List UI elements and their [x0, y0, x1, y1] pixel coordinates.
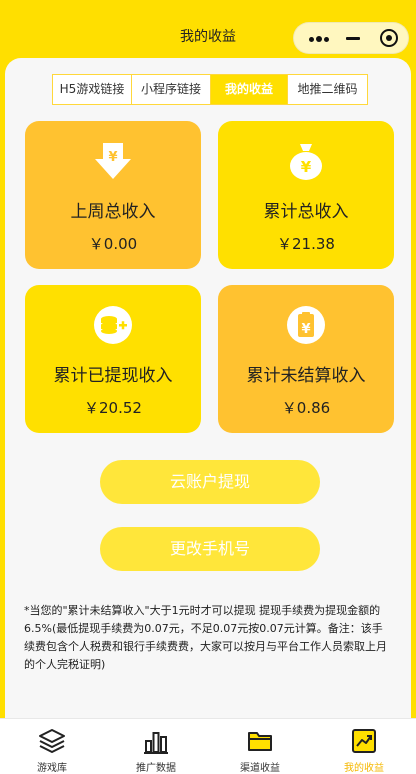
card-total-income: ¥ 累计总收入 ￥21.38	[218, 121, 394, 269]
svg-text:¥: ¥	[108, 150, 117, 165]
tabbar-item-game-library[interactable]: 游戏库	[0, 719, 104, 774]
card-label: 累计未结算收入	[246, 366, 366, 386]
card-label: 累计已提现收入	[53, 366, 173, 386]
card-unsettled-income: ¥ 累计未结算收入 ￥0.86	[218, 285, 394, 433]
card-amount: ￥20.52	[84, 399, 142, 417]
card-label: 累计总收入	[263, 202, 349, 222]
svg-text:¥: ¥	[301, 158, 312, 176]
tab-mini-program-link[interactable]: 小程序链接	[132, 75, 211, 104]
yen-clipboard-icon: ¥	[286, 305, 326, 345]
tabbar-label: 我的收益	[344, 763, 384, 774]
minimize-icon[interactable]	[338, 23, 368, 53]
cloud-account-withdraw-button[interactable]: 云账户提现	[100, 460, 320, 504]
card-amount: ￥0.00	[88, 235, 138, 253]
trend-chart-icon	[350, 727, 378, 755]
layers-icon	[38, 727, 66, 755]
tab-ground-qr-code[interactable]: 地推二维码	[288, 75, 367, 104]
close-target-icon[interactable]	[374, 23, 404, 53]
card-amount: ￥0.86	[281, 399, 331, 417]
card-label: 上周总收入	[70, 202, 156, 222]
tabbar-item-my-earnings[interactable]: 我的收益	[312, 719, 416, 774]
withdrawal-note: *当您的"累计未结算收入"大于1元时才可以提现 提现手续费为提现金额的6.5%(…	[24, 604, 387, 671]
bottom-tab-bar: 游戏库 推广数据 渠道收益 我的收益	[0, 718, 416, 774]
tabbar-item-promotion-data[interactable]: 推广数据	[104, 719, 208, 774]
yen-money-bag-icon: ¥	[286, 141, 326, 181]
tab-my-earnings[interactable]: 我的收益	[211, 75, 288, 104]
card-withdrawn-income: 累计已提现收入 ￥20.52	[25, 285, 201, 433]
bar-chart-icon	[142, 727, 170, 755]
card-amount: ￥21.38	[277, 235, 335, 253]
mini-program-capsule	[293, 22, 409, 54]
folder-icon	[246, 727, 274, 755]
tabbar-label: 推广数据	[136, 763, 176, 774]
tabbar-label: 游戏库	[37, 763, 67, 774]
top-tabs: H5游戏链接 小程序链接 我的收益 地推二维码	[52, 74, 368, 105]
svg-text:¥: ¥	[301, 322, 310, 337]
tabbar-item-channel-earnings[interactable]: 渠道收益	[208, 719, 312, 774]
coin-stack-plus-icon	[93, 305, 133, 345]
card-last-week-income: ¥ 上周总收入 ￥0.00	[25, 121, 201, 269]
yen-down-arrow-icon: ¥	[93, 141, 133, 181]
tabbar-label: 渠道收益	[240, 763, 280, 774]
tab-h5-game-link[interactable]: H5游戏链接	[53, 75, 132, 104]
change-phone-button[interactable]: 更改手机号	[100, 527, 320, 571]
more-options-icon[interactable]	[306, 23, 336, 53]
